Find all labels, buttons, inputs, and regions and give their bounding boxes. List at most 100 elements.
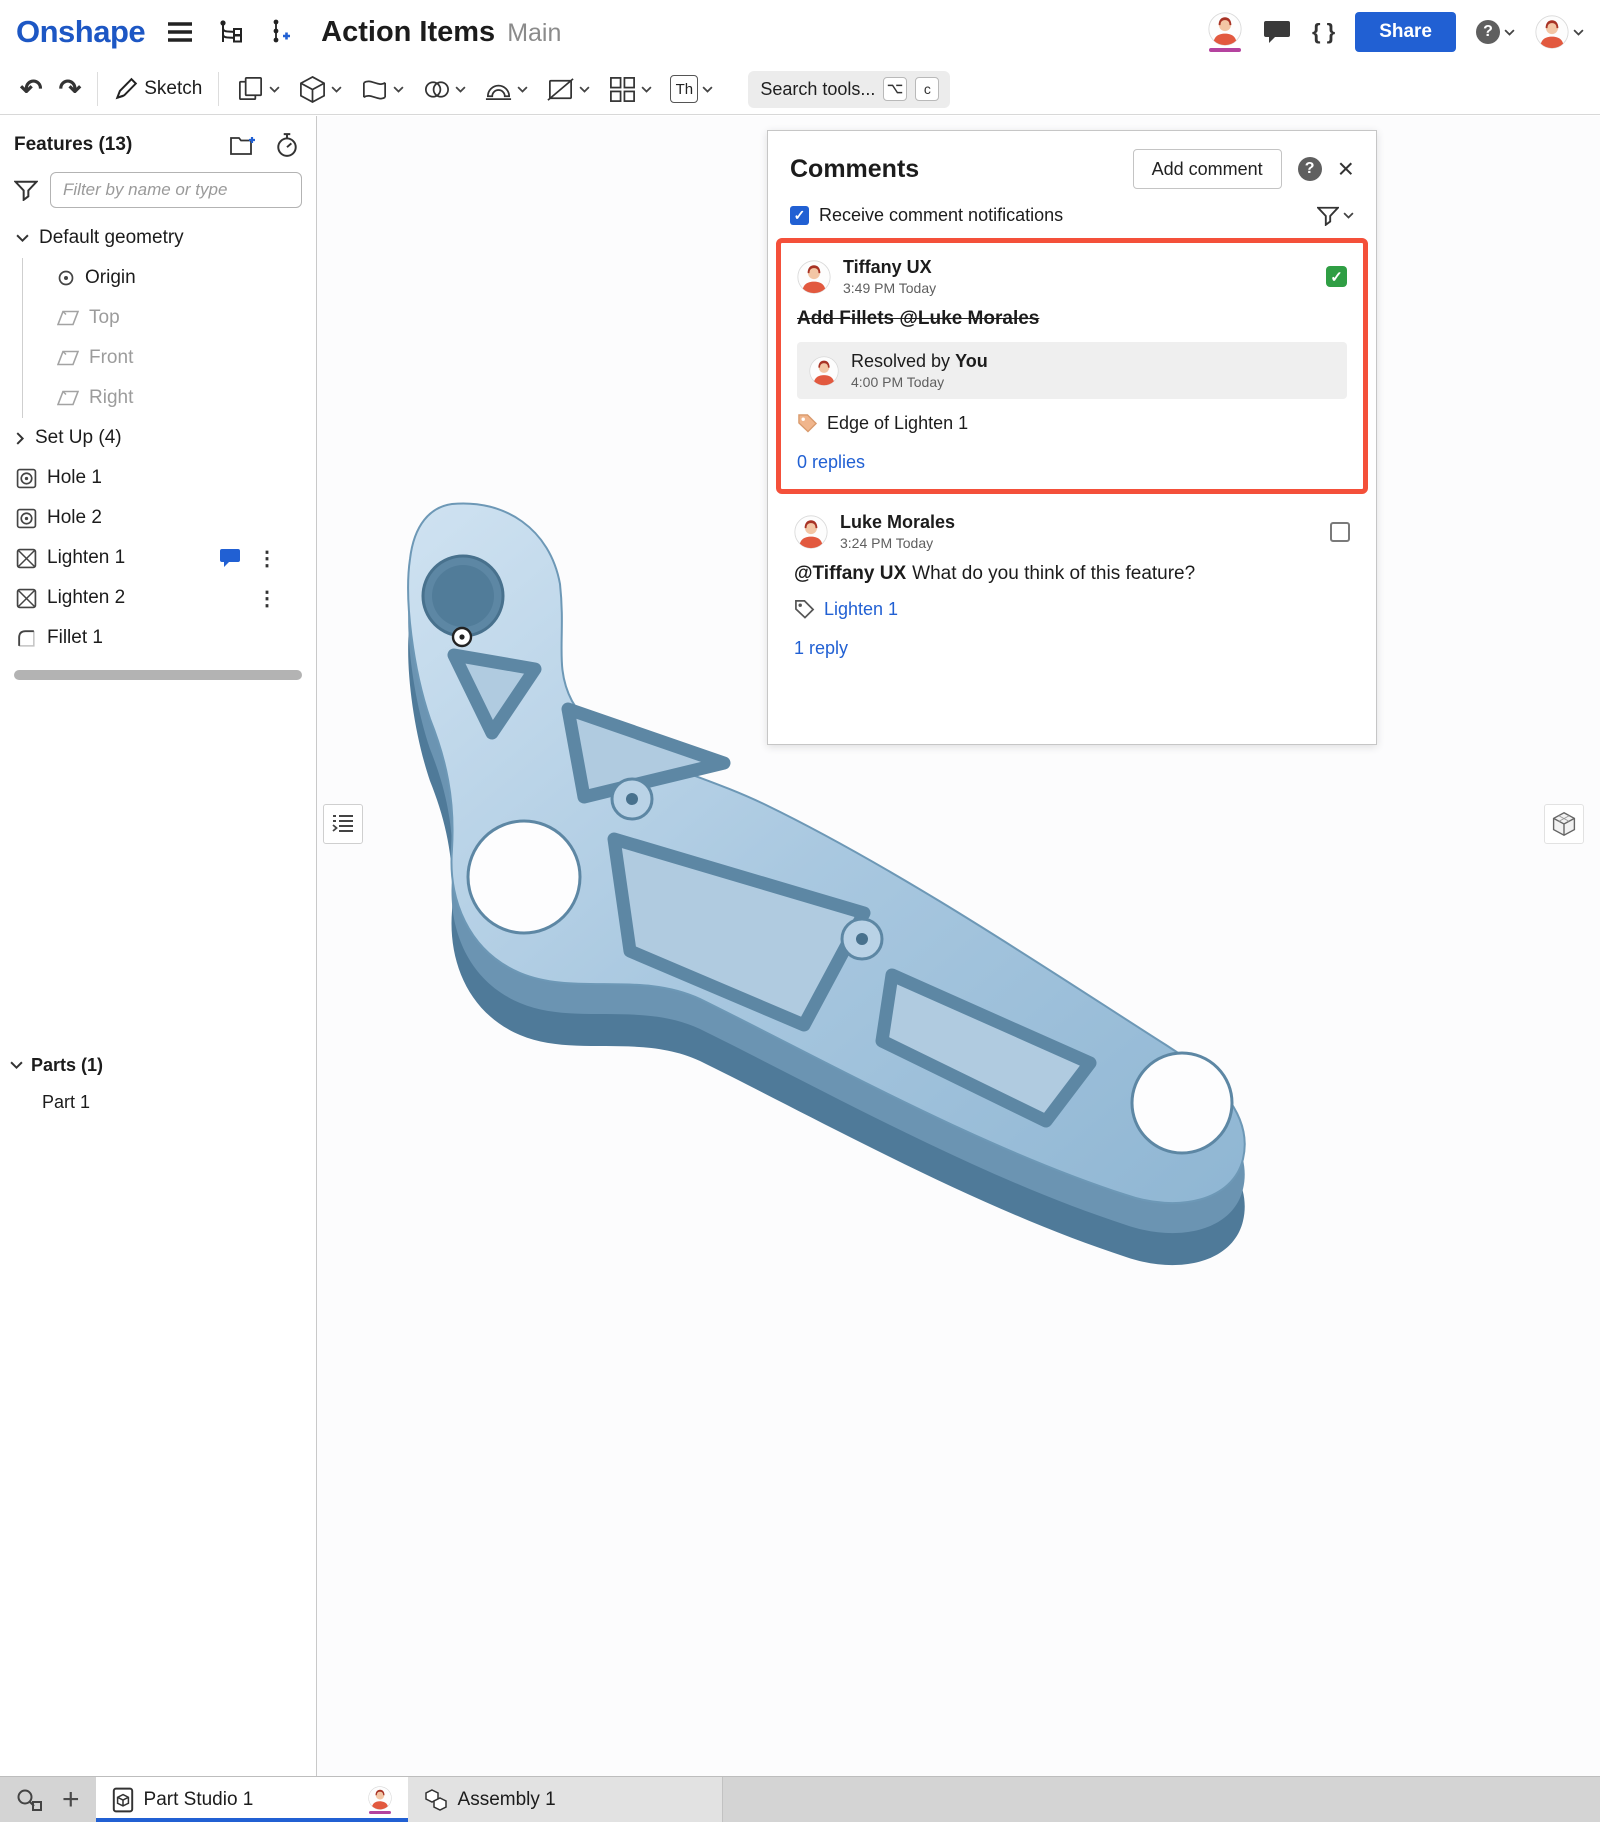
chevron-right-icon[interactable] [16,432,25,445]
parts-title: Parts (1) [31,1055,103,1076]
hamburger-menu-icon[interactable] [165,17,195,47]
tool-group-boolean[interactable] [413,70,475,109]
bottom-tab-bar: + Part Studio 1 Assembly 1 [0,1776,1600,1822]
comments-toggle-icon[interactable] [1262,17,1292,47]
tool-group-loft[interactable] [351,70,413,109]
resolved-checkbox[interactable]: ✓ [1326,266,1347,287]
tree-item-lighten-1[interactable]: Lighten 1 ⋮ [0,538,316,578]
tree-item-lighten-2[interactable]: Lighten 2 ⋮ [0,578,316,618]
sketch-button[interactable]: Sketch [106,71,210,107]
tab-label: Part Studio 1 [144,1789,358,1811]
parts-group-header[interactable]: Parts (1) [0,1046,316,1084]
rollback-timer-icon[interactable] [272,130,302,160]
versions-icon[interactable] [215,17,245,47]
comments-filter-menu[interactable] [1317,206,1354,226]
lighten-feature-icon [16,548,37,569]
tree-item-origin[interactable]: Origin [23,258,316,298]
mention-link[interactable]: @Tiffany UX [794,563,906,584]
search-tools[interactable]: Search tools... c [748,71,950,108]
new-folder-icon[interactable] [228,130,258,160]
lighten-feature-icon [16,588,37,609]
tree-item-top-plane[interactable]: Top [23,298,316,338]
sketch-label: Sketch [144,78,202,100]
chevron-down-icon[interactable] [702,86,713,93]
undo-button[interactable]: ↶ [12,70,51,109]
tool-group-shell[interactable] [475,70,537,109]
comments-help-icon[interactable]: ? [1298,157,1322,181]
resolved-time: 4:00 PM Today [851,374,988,390]
avatar [1208,12,1242,46]
tab-part-studio-1[interactable]: Part Studio 1 [96,1777,408,1822]
tool-group-transform[interactable] [227,70,289,109]
add-tab-icon[interactable]: + [62,1785,80,1815]
comment-indicator-icon[interactable] [219,548,241,568]
tree-label: Origin [85,267,136,289]
tool-group-extrude[interactable] [289,70,351,109]
view-cube-button[interactable] [1544,804,1584,844]
tree-label: Hole 1 [47,467,102,489]
help-menu[interactable]: ? [1476,20,1515,44]
chevron-down-icon[interactable] [455,86,466,93]
hole-feature-icon [16,508,37,529]
tree-item-right-plane[interactable]: Right [23,378,316,418]
tree-item-hole-1[interactable]: Hole 1 [0,458,316,498]
replies-link[interactable]: 0 replies [797,452,865,473]
shell-icon [484,75,513,104]
tool-group-pattern[interactable] [599,70,661,109]
tree-item-part-1[interactable]: Part 1 [0,1084,316,1120]
chevron-down-icon[interactable] [393,86,404,93]
feature-list-scrollbar[interactable] [14,670,302,680]
share-button[interactable]: Share [1355,12,1456,52]
chevron-down-icon [1573,29,1584,36]
chevron-down-icon[interactable] [16,234,29,243]
comment-card-open[interactable]: Luke Morales 3:24 PM Today @Tiffany UXWh… [790,494,1354,659]
pencil-icon [114,77,138,101]
panel-collapse-button[interactable] [323,804,363,844]
chevron-down-icon[interactable] [269,86,280,93]
account-menu[interactable] [1535,15,1584,49]
redo-button[interactable]: ↷ [51,70,90,109]
featurescript-icon[interactable]: { } [1312,19,1335,45]
tool-group-split[interactable] [537,70,599,109]
sheets-icon [236,75,265,104]
tree-label: Set Up (4) [35,427,122,449]
chevron-down-icon[interactable] [331,86,342,93]
overflow-dots-icon[interactable]: ⋮ [257,586,278,611]
insert-version-icon[interactable] [265,17,295,47]
comment-card-resolved[interactable]: Tiffany UX 3:49 PM Today ✓ Add Fillets @… [776,238,1368,494]
comment-tag-label[interactable]: Lighten 1 [824,599,898,620]
plane-icon [57,310,79,326]
notifications-checkbox[interactable]: ✓ [790,206,809,225]
filter-input[interactable] [50,172,302,208]
chevron-down-icon[interactable] [579,86,590,93]
comment-body: Add Fillets @Luke Morales [797,308,1347,330]
document-title: Action Items [321,16,495,49]
comment-tag-label[interactable]: Edge of Lighten 1 [827,413,968,434]
tool-group-thicken[interactable]: Th [661,70,722,108]
chevron-down-icon[interactable] [641,86,652,93]
tab-assembly-1[interactable]: Assembly 1 [408,1777,723,1822]
resolve-checkbox[interactable] [1330,522,1350,542]
search-tools-label: Search tools... [760,79,875,100]
chevron-down-icon[interactable] [10,1061,23,1070]
onshape-logo[interactable]: Onshape [16,14,145,50]
tree-item-set-up-folder[interactable]: Set Up (4) [0,418,316,458]
comments-panel: Comments Add comment ? × ✓ Receive comme… [767,130,1377,745]
tree-item-default-geometry[interactable]: Default geometry [0,218,316,258]
app-header: Onshape Action Items Main { } Share ? [0,0,1600,64]
parts-section: Parts (1) Part 1 [0,1046,316,1120]
overflow-dots-icon[interactable]: ⋮ [257,546,278,571]
tree-item-front-plane[interactable]: Front [23,338,316,378]
close-icon[interactable]: × [1338,155,1354,183]
tree-item-hole-2[interactable]: Hole 2 [0,498,316,538]
thicken-icon: Th [670,75,698,103]
presence-user[interactable] [1208,12,1242,52]
chevron-down-icon[interactable] [517,86,528,93]
tree-item-fillet-1[interactable]: Fillet 1 [0,618,316,658]
key-c: c [915,77,939,101]
redo-icon: ↷ [59,76,82,103]
search-tabs-icon[interactable] [16,1788,42,1812]
replies-link[interactable]: 1 reply [794,638,848,659]
add-comment-button[interactable]: Add comment [1133,149,1282,189]
avatar [794,515,828,549]
